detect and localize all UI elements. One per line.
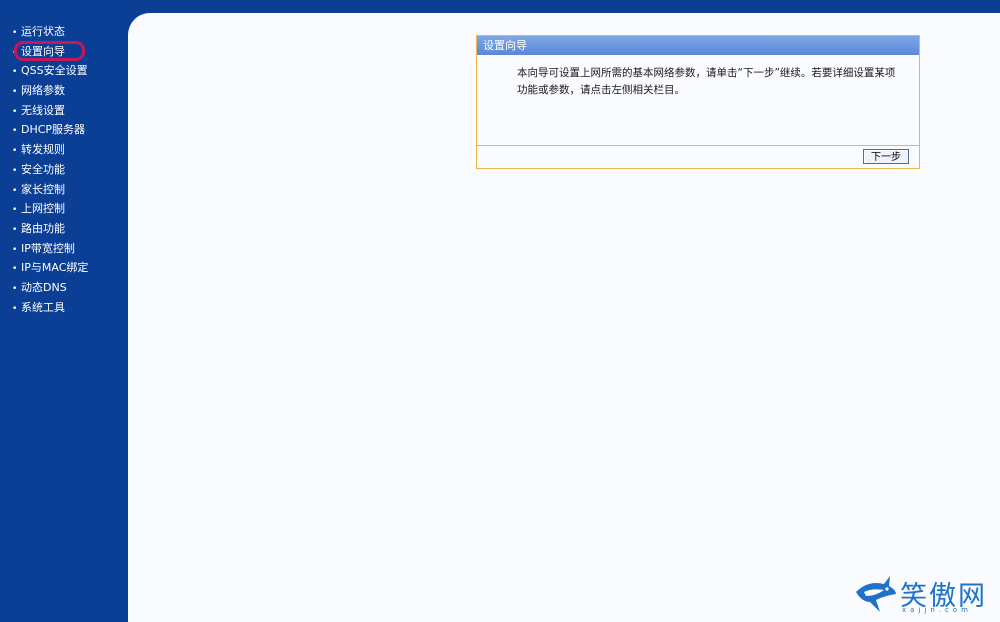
sidebar-item-ddns[interactable]: • 动态DNS (12, 278, 88, 298)
sidebar-list: • 运行状态 • 设置向导 • QSS安全设置 • 网络参数 • 无线设置 • DHCP服务… (12, 22, 88, 317)
sidebar-item-label: 转发规则 (21, 143, 65, 157)
sidebar-menu: • 运行状态 • 设置向导 • QSS安全设置 • 网络参数 • 无线设置 • DHCP服务… (0, 0, 128, 622)
sidebar-item-parental-control[interactable]: • 家长控制 (12, 180, 88, 200)
sidebar-item-routing[interactable]: • 路由功能 (12, 219, 88, 239)
sidebar-item-label: DHCP服务器 (21, 123, 86, 137)
setup-wizard-panel: 设置向导 本向导可设置上网所需的基本网络参数，请单击“下一步”继续。若要详细设置… (476, 35, 920, 169)
sidebar-item-status[interactable]: • 运行状态 (12, 22, 88, 42)
sidebar-item-label: 网络参数 (21, 84, 65, 98)
wizard-title: 设置向导 (477, 36, 919, 55)
watermark-logo: 笑傲网 xajjn.com (854, 572, 994, 618)
wizard-body: 本向导可设置上网所需的基本网络参数，请单击“下一步”继续。若要详细设置某项功能或… (477, 55, 919, 146)
main-content: 设置向导 本向导可设置上网所需的基本网络参数，请单击“下一步”继续。若要详细设置… (128, 13, 1000, 622)
sidebar-item-label: 路由功能 (21, 221, 65, 235)
sidebar-item-security[interactable]: • 安全功能 (12, 160, 88, 180)
sidebar-item-label: IP带宽控制 (21, 241, 75, 255)
sidebar-item-label: 动态DNS (21, 280, 67, 294)
sidebar-item-label: IP与MAC绑定 (21, 261, 89, 275)
sidebar-item-forwarding[interactable]: • 转发规则 (12, 140, 88, 160)
sidebar-item-label: 运行状态 (21, 25, 65, 38)
wizard-footer: 下一步 (477, 146, 919, 168)
sidebar-item-network[interactable]: • 网络参数 (12, 81, 88, 101)
sidebar-item-label: 安全功能 (21, 162, 65, 176)
next-button[interactable]: 下一步 (863, 149, 909, 164)
sidebar-item-label: QSS安全设置 (21, 64, 88, 78)
sidebar-item-access-control[interactable]: • 上网控制 (12, 199, 88, 219)
bullet-icon: • (12, 303, 18, 314)
sidebar-item-label: 设置向导 (21, 44, 65, 58)
sidebar-item-label: 家长控制 (21, 182, 65, 196)
sidebar-item-setup-wizard[interactable]: • 设置向导 (12, 40, 88, 62)
sidebar-item-ip-mac-binding[interactable]: • IP与MAC绑定 (12, 258, 88, 278)
sidebar-item-system-tools[interactable]: • 系统工具 (12, 298, 88, 318)
sidebar-item-bandwidth[interactable]: • IP带宽控制 (12, 239, 88, 259)
top-strip (128, 0, 1000, 13)
shark-icon (856, 576, 896, 612)
sidebar-item-dhcp[interactable]: • DHCP服务器 (12, 120, 88, 140)
sidebar-item-label: 无线设置 (21, 103, 65, 117)
sidebar-item-label: 上网控制 (21, 202, 65, 216)
wizard-description: 本向导可设置上网所需的基本网络参数，请单击“下一步”继续。若要详细设置某项功能或… (517, 67, 896, 96)
watermark-subtext: xajjn.com (902, 606, 972, 614)
sidebar-item-label: 系统工具 (21, 300, 65, 314)
sidebar-item-qss[interactable]: • QSS安全设置 (12, 61, 88, 81)
sidebar-item-wireless[interactable]: • 无线设置 (12, 101, 88, 121)
